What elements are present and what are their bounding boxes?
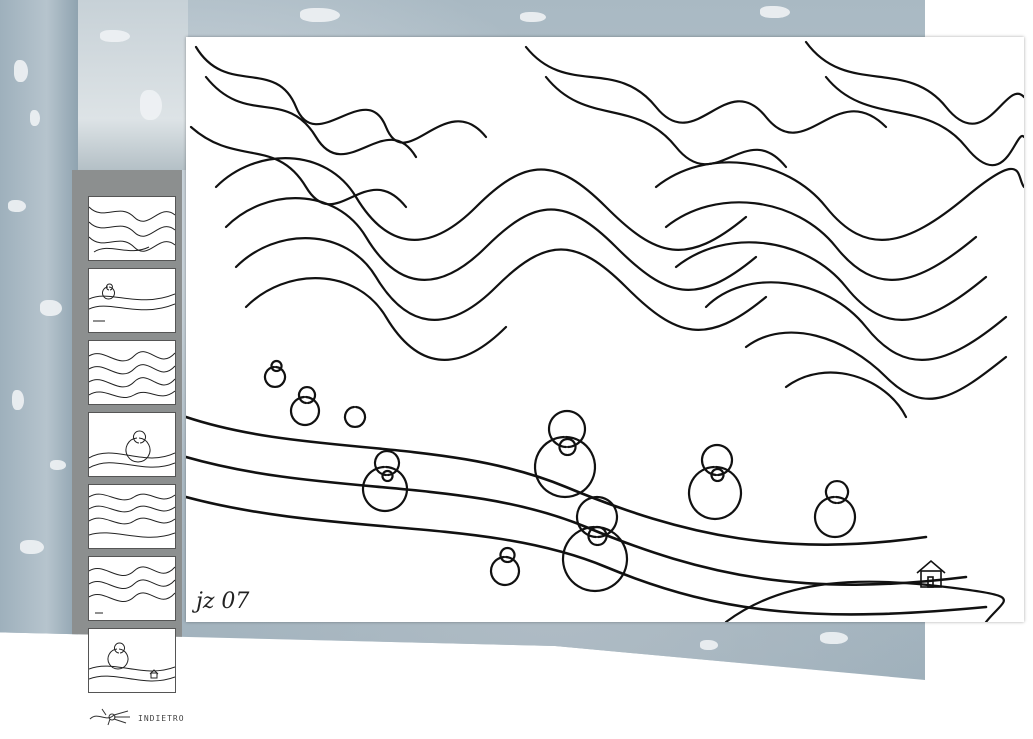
paint-flake bbox=[30, 110, 40, 126]
wall-strip bbox=[78, 0, 188, 170]
doodle-drawing bbox=[186, 40, 1024, 622]
paint-flake bbox=[760, 6, 790, 18]
paint-flake bbox=[820, 632, 848, 644]
paint-flake bbox=[20, 540, 44, 554]
thumbnail-1[interactable] bbox=[88, 196, 176, 261]
thumbnail-3[interactable] bbox=[88, 340, 176, 405]
house-icon bbox=[916, 559, 946, 588]
thumbnail-image bbox=[89, 430, 175, 469]
thumbnail-6[interactable] bbox=[88, 556, 176, 621]
paint-flake bbox=[700, 640, 718, 650]
thumbnail-5[interactable] bbox=[88, 484, 176, 549]
paint-flake bbox=[300, 8, 340, 22]
thumbnail-image bbox=[89, 351, 175, 398]
thumbnail-image bbox=[89, 206, 175, 253]
paint-flake bbox=[520, 12, 546, 22]
paint-flake bbox=[12, 390, 24, 410]
thumbnail-image bbox=[89, 642, 175, 682]
thumbnail-2[interactable] bbox=[88, 268, 176, 333]
paint-flake bbox=[50, 460, 66, 470]
thumbnail-image bbox=[89, 493, 175, 538]
pointing-hand-icon bbox=[89, 708, 130, 726]
artist-signature: jz 07 bbox=[196, 589, 250, 614]
paint-flake bbox=[100, 30, 130, 42]
paint-flake bbox=[14, 60, 28, 82]
paint-flake bbox=[140, 90, 162, 120]
thumbnail-image bbox=[89, 283, 175, 322]
thumbnail-7[interactable] bbox=[88, 628, 176, 693]
main-artwork-image[interactable]: jz 07 bbox=[186, 37, 1024, 622]
paint-flake bbox=[8, 200, 26, 212]
paint-flake bbox=[40, 300, 62, 316]
thumbnail-image bbox=[89, 566, 175, 614]
back-label: INDIETRO bbox=[138, 713, 185, 723]
back-link[interactable]: INDIETRO bbox=[88, 704, 198, 732]
thumbnail-4[interactable] bbox=[88, 412, 176, 477]
